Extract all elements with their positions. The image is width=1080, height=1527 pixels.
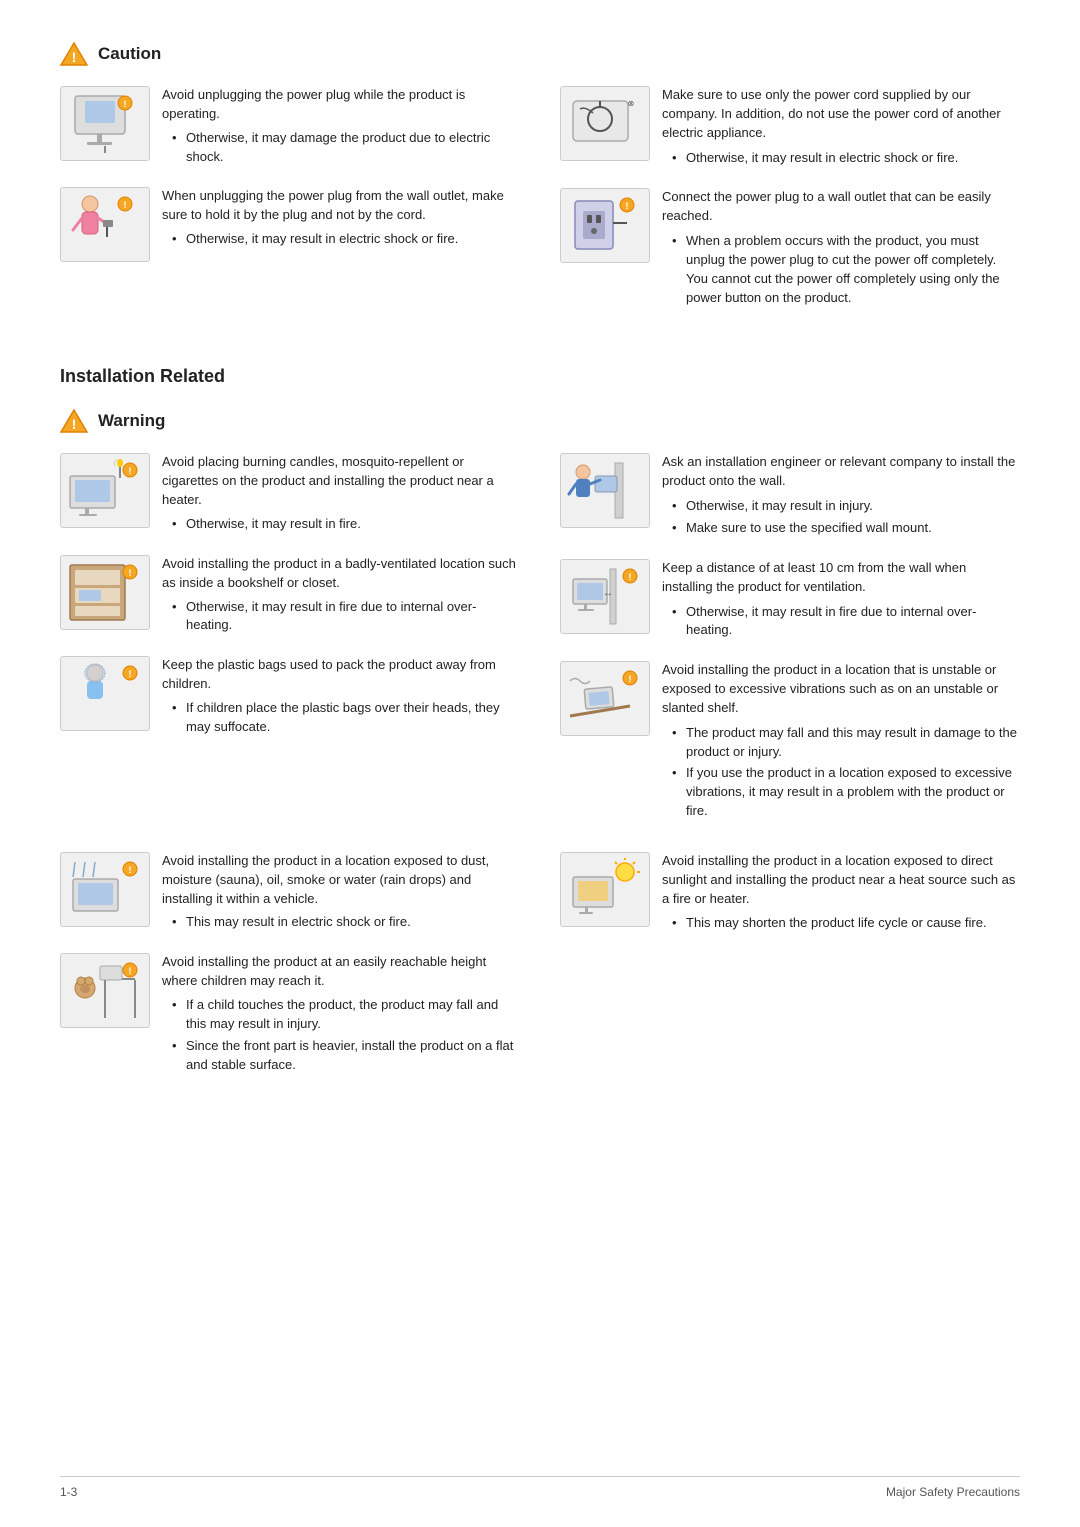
warning-bottom-right-entry-1-text: Avoid installing the product in a locati… [662, 852, 1020, 936]
warning-right-entry-2: ↔ ! Keep a distance of at least 10 cm fr… [560, 559, 1020, 643]
caution-entry-2: ! When unplugging the power plug from th… [60, 187, 520, 262]
caution-header: ! Caution [60, 40, 1020, 68]
svg-text:!: ! [129, 865, 132, 875]
svg-text:!: ! [626, 201, 629, 211]
caution-section: ! Caution ! Avoid [60, 40, 1020, 328]
candles-monitor-icon: ! [60, 453, 150, 528]
warning-entry-2-text: Avoid installing the product in a badly-… [162, 555, 520, 638]
caution-entry-1: ! Avoid unplugging the power plug while … [60, 86, 520, 169]
warning-bottom-right-entry-1: Avoid installing the product in a locati… [560, 852, 1020, 936]
warning-right-entry-3-text: Avoid installing the product in a locati… [662, 661, 1020, 824]
svg-text:!: ! [124, 99, 127, 109]
svg-text:!: ! [124, 200, 127, 210]
warning-title: Warning [98, 411, 165, 431]
power-cord-box-icon: ⊗ [560, 86, 650, 161]
installation-title: Installation Related [60, 356, 1020, 387]
sunlight-heater-icon [560, 852, 650, 927]
svg-text:!: ! [129, 568, 132, 578]
svg-text:!: ! [629, 674, 632, 684]
caution-title: Caution [98, 44, 161, 64]
svg-text:!: ! [129, 669, 132, 679]
warning-icon: ! [60, 407, 88, 435]
warning-right-entry-2-text: Keep a distance of at least 10 cm from t… [662, 559, 1020, 643]
caution-entry-1-text: Avoid unplugging the power plug while th… [162, 86, 520, 169]
warning-entry-1-text: Avoid placing burning candles, mosquito-… [162, 453, 520, 536]
warning-header: ! Warning [60, 407, 1020, 435]
warning-bottom-entry-1: ! Avoid installing the product in a loca… [60, 852, 520, 935]
svg-text:!: ! [629, 572, 632, 582]
warning-entry-2: ! Avoid installing the product in a badl… [60, 555, 520, 638]
warning-entry-3-text: Keep the plastic bags used to pack the p… [162, 656, 520, 739]
caution-entry-2-text: When unplugging the power plug from the … [162, 187, 520, 252]
warning-columns: ! Avoid placing burning candles, mosquit… [60, 453, 1020, 842]
caution-right-entry-2: ! Connect the power plug to a wall outle… [560, 188, 1020, 310]
warning-right-entry-1-text: Ask an installation engineer or relevant… [662, 453, 1020, 540]
page-footer: 1-3 Major Safety Precautions [60, 1476, 1020, 1499]
footer-label: Major Safety Precautions [886, 1485, 1020, 1499]
caution-left-col: ! Avoid unplugging the power plug while … [60, 86, 520, 328]
bookshelf-monitor-icon: ! [60, 555, 150, 630]
child-bag-icon: ! [60, 656, 150, 731]
unstable-shelf-icon: ! [560, 661, 650, 736]
monitor-plug-icon: ! [60, 86, 150, 161]
installation-related-section: Installation Related ! Warning [60, 356, 1020, 1095]
ventilation-monitor-icon: ↔ ! [560, 559, 650, 634]
svg-text:!: ! [72, 49, 77, 65]
warning-left-col: ! Avoid placing burning candles, mosquit… [60, 453, 520, 842]
warning-right-col: Ask an installation engineer or relevant… [560, 453, 1020, 842]
page-number: 1-3 [60, 1485, 77, 1499]
wall-outlet-icon: ! [560, 188, 650, 263]
caution-icon: ! [60, 40, 88, 68]
warning-bottom-left: ! Avoid installing the product in a loca… [60, 852, 520, 1095]
warning-right-entry-3: ! Avoid installing the product in a loca… [560, 661, 1020, 824]
svg-text:!: ! [129, 466, 132, 476]
svg-text:!: ! [72, 416, 77, 432]
warning-bottom-entry-1-text: Avoid installing the product in a locati… [162, 852, 520, 935]
warning-bottom-entry-2-text: Avoid installing the product at an easil… [162, 953, 520, 1077]
engineer-wall-icon [560, 453, 650, 528]
warning-bottom-columns: ! Avoid installing the product in a loca… [60, 852, 1020, 1095]
warning-entry-1: ! Avoid placing burning candles, mosquit… [60, 453, 520, 536]
caution-right-col: ⊗ Make sure to use only the power cord s… [560, 86, 1020, 328]
child-height-icon: ! [60, 953, 150, 1028]
person-plug-icon: ! [60, 187, 150, 262]
svg-text:↔: ↔ [603, 588, 613, 599]
warning-right-entry-1: Ask an installation engineer or relevant… [560, 453, 1020, 540]
caution-columns: ! Avoid unplugging the power plug while … [60, 86, 1020, 328]
warning-bottom-right: Avoid installing the product in a locati… [560, 852, 1020, 1095]
caution-right-entry-1: ⊗ Make sure to use only the power cord s… [560, 86, 1020, 170]
svg-text:!: ! [129, 966, 132, 976]
warning-bottom-entry-2: ! Avoid installing the product at an eas… [60, 953, 520, 1077]
caution-right-entry-2-text: Connect the power plug to a wall outlet … [662, 188, 1020, 310]
svg-text:⊗: ⊗ [628, 99, 635, 108]
caution-right-entry-1-text: Make sure to use only the power cord sup… [662, 86, 1020, 170]
dust-moisture-icon: ! [60, 852, 150, 927]
warning-entry-3: ! Keep the plastic bags used to pack the… [60, 656, 520, 739]
